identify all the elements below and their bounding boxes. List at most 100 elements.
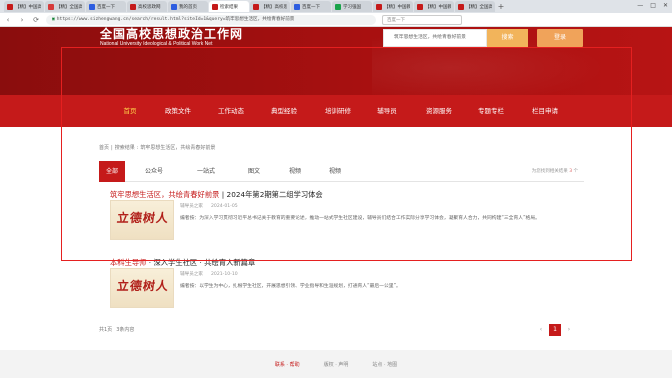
reload-icon[interactable]: ⟳ — [32, 16, 40, 24]
forward-icon[interactable]: › — [18, 16, 26, 24]
browser-tab[interactable]: 【精】中国教育 — [373, 1, 413, 12]
search-result[interactable]: 本科生导师 · 深入学生社区 · 共绘育人新篇章 立德树人 辅导员之家 2021-… — [110, 258, 590, 308]
result-date: 2024-01-05 — [210, 204, 238, 209]
window-controls: — □ ✕ — [637, 2, 668, 9]
tab-title: 高校思政网 — [138, 4, 161, 10]
footer-link-copyright[interactable]: 版权 · 声明 — [324, 362, 349, 368]
result-date: 2021-10-10 — [210, 272, 238, 277]
tab-favicon-icon — [335, 3, 341, 10]
tab-favicon-icon — [171, 3, 177, 10]
thumbnail-calligraphy: 立德树人 — [116, 279, 170, 293]
browser-tab[interactable]: 【精】全国高校 — [455, 1, 495, 12]
tab-title: 我的首页 — [179, 4, 197, 10]
result-title[interactable]: 筑牢思想生活区，共绘青春好前景 | 2024年第2期第二组学习体会 — [110, 190, 323, 200]
tab-title: 【精】中国高校思想政治工作网 — [15, 4, 41, 10]
nav-special-topics[interactable]: 专题专栏 — [468, 95, 514, 127]
tab-title: 百度一下 — [97, 4, 115, 10]
browser-tab[interactable]: 学习强国 — [332, 1, 372, 12]
tab-title: 【精】全国高校思政网 — [56, 4, 82, 10]
result-meta: 辅导员之家 2024-01-05 — [180, 203, 238, 209]
footer-link-contact[interactable]: 联系 · 帮助 — [275, 362, 300, 368]
tab-title: 学习强国 — [343, 4, 361, 10]
tab-title: 【精】中国教育 — [384, 4, 410, 10]
browser-tab[interactable]: 【精】全国高校思政网 — [45, 1, 85, 12]
browser-tab-bar: 【精】中国高校思想政治工作网 【精】全国高校思政网 百度一下 高校思政网 我的首… — [0, 0, 672, 13]
browser-tab[interactable]: 百度一下 — [291, 1, 331, 12]
footer-links: 联系 · 帮助 版权 · 声明 站点 · 地图 — [0, 361, 672, 368]
tab-favicon-icon — [48, 3, 54, 10]
breadcrumb-separator: | — [111, 145, 113, 151]
tab-favicon-icon — [376, 3, 382, 10]
result-thumbnail[interactable]: 立德树人 — [110, 200, 174, 240]
nav-work-news[interactable]: 工作动态 — [208, 95, 254, 127]
nav-resources[interactable]: 资源服务 — [416, 95, 462, 127]
breadcrumb-home[interactable]: 首页 — [99, 145, 109, 151]
result-summary: 编者按：以学生为中心，扎根学生社区，开展思想引领、学业指导和生涯规划，打通育人“… — [180, 284, 401, 289]
result-count-prefix: 为您找到相关结果 — [531, 169, 568, 174]
footer-link-sitemap[interactable]: 站点 · 地图 — [372, 362, 397, 368]
browser-tab[interactable]: 高校思政网 — [127, 1, 167, 12]
nav-policy[interactable]: 政策文件 — [155, 95, 201, 127]
nav-experience[interactable]: 典型经验 — [261, 95, 307, 127]
nav-home[interactable]: 首页 — [112, 95, 148, 127]
tab-favicon-icon — [294, 3, 300, 10]
browser-tab[interactable]: 【精】中国高校思想政治工作网 — [4, 1, 44, 12]
new-tab-button[interactable]: + — [496, 2, 506, 12]
nav-counselor[interactable]: 辅导员 — [367, 95, 407, 127]
result-author: 辅导员之家 — [180, 272, 203, 277]
back-icon[interactable]: ‹ — [4, 16, 12, 24]
login-button[interactable]: 登录 — [537, 29, 583, 47]
lock-icon: ▣ — [52, 16, 55, 22]
result-title-rest: | 2024年第2期第二组学习体会 — [219, 190, 323, 199]
tab-favicon-icon — [253, 3, 259, 10]
close-icon[interactable]: ✕ — [663, 2, 668, 9]
filter-tab-one-stop[interactable]: 一站式 — [191, 161, 221, 182]
tab-title: 百度一下 — [302, 4, 320, 10]
browser-tab[interactable]: 我的首页 — [168, 1, 208, 12]
filter-tab-official-account[interactable]: 公众号 — [139, 161, 169, 182]
filter-tabs: 全部 公众号 一站式 图文 视频 视频 为您找到相关结果 3 个 — [99, 161, 584, 182]
filter-tab-video-2[interactable]: 视频 — [322, 161, 348, 182]
site-search-input[interactable]: 筑牢思想生活区，共绘青春好前景 — [383, 29, 487, 47]
nav-column-apply[interactable]: 栏目申请 — [522, 95, 568, 127]
result-title[interactable]: 本科生导师 · 深入学生社区 · 共绘育人新篇章 — [110, 258, 255, 268]
pager-info: 共1页 3条内容 — [99, 326, 134, 333]
browser-tab[interactable]: 【精】中国教育报 — [414, 1, 454, 12]
maximize-icon[interactable]: □ — [650, 2, 656, 9]
tab-title: 检索结果 — [220, 4, 238, 10]
browser-tab[interactable]: 百度一下 — [86, 1, 126, 12]
tab-title: 【精】全国高校 — [466, 4, 492, 10]
tab-favicon-icon — [89, 3, 95, 10]
tab-favicon-icon — [458, 3, 464, 10]
nav-training[interactable]: 培训研修 — [315, 95, 361, 127]
result-title-highlight: 筑牢思想生活区，共绘青春好前景 — [110, 190, 220, 199]
browser-tab-active[interactable]: 检索结果 — [209, 1, 249, 12]
url-text: https://www.sizhengwang.cn/search/result… — [56, 16, 295, 22]
result-meta: 辅导员之家 2021-10-10 — [180, 271, 238, 277]
site-logo[interactable]: 全国高校思想政治工作网 — [100, 25, 243, 42]
site-search-button[interactable]: 搜索 — [487, 29, 528, 47]
pager-total: 共1页 — [99, 327, 113, 333]
browser-search-field[interactable]: 百度一下 — [382, 14, 462, 25]
page-button-current[interactable]: 1 — [549, 324, 561, 336]
browser-tab[interactable]: 【精】高校思想政治 — [250, 1, 290, 12]
main-nav: 首页 政策文件 工作动态 典型经验 培训研修 辅导员 资源服务 专题专栏 栏目申… — [0, 95, 672, 127]
filter-tab-video[interactable]: 视频 — [282, 161, 308, 182]
url-field[interactable]: ▣ https://www.sizhengwang.cn/search/resul… — [46, 14, 376, 25]
site-footer: 联系 · 帮助 版权 · 声明 站点 · 地图 — [0, 350, 672, 378]
result-title-highlight: 本科生导师 — [110, 258, 147, 267]
next-page-icon[interactable]: › — [564, 324, 574, 336]
minimize-icon[interactable]: — — [637, 2, 643, 9]
result-summary: 编者按：为深入学习贯彻习近平总书记关于教育的重要论述，推动一站式学生社区建设，辅… — [180, 216, 540, 221]
filter-tab-graphic[interactable]: 图文 — [241, 161, 267, 182]
tab-favicon-icon — [130, 3, 136, 10]
thumbnail-calligraphy: 立德树人 — [116, 211, 170, 225]
result-author: 辅导员之家 — [180, 204, 203, 209]
tab-favicon-icon — [417, 3, 423, 10]
result-count-number: 3 — [569, 169, 573, 174]
result-thumbnail[interactable]: 立德树人 — [110, 268, 174, 308]
search-result[interactable]: 筑牢思想生活区，共绘青春好前景 | 2024年第2期第二组学习体会 立德树人 辅… — [110, 190, 590, 242]
prev-page-icon[interactable]: ‹ — [536, 324, 546, 336]
pager-items: 3条内容 — [116, 327, 135, 333]
filter-tab-all[interactable]: 全部 — [99, 161, 125, 182]
